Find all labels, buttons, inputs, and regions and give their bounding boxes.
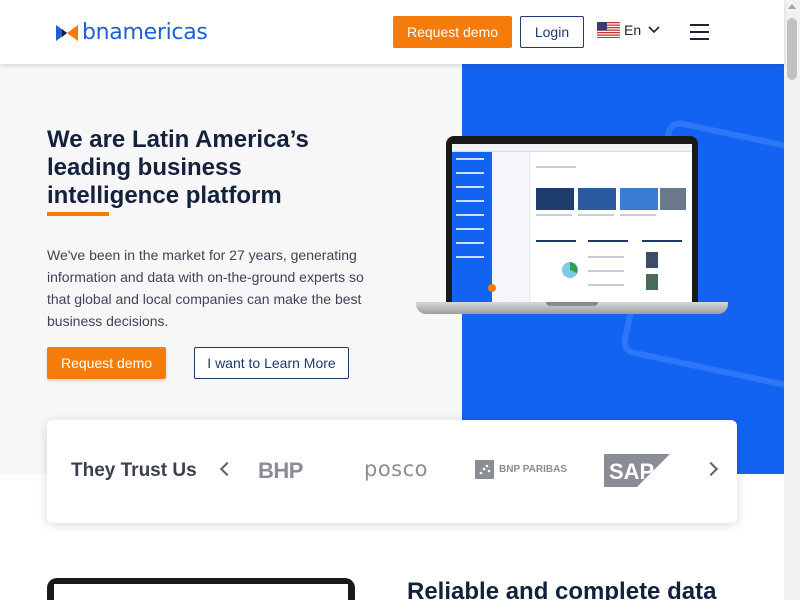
bnamericas-logo[interactable]: bnamericas bbox=[56, 20, 208, 45]
bnp-star-icon bbox=[475, 460, 494, 479]
learn-more-button[interactable]: I want to Learn More bbox=[194, 347, 349, 379]
us-flag-icon bbox=[597, 22, 620, 38]
top-header: bnamericas Request demo Login En bbox=[0, 0, 784, 64]
brand-logo-posco: posco bbox=[364, 457, 429, 481]
carousel-next-icon[interactable] bbox=[703, 461, 719, 477]
brand-logo-bhp: BHP bbox=[258, 458, 303, 483]
logo-mark-icon bbox=[56, 24, 78, 41]
hero-description: We've been in the market for 27 years, g… bbox=[47, 247, 364, 329]
login-button[interactable]: Login bbox=[520, 16, 584, 48]
trust-title: They Trust Us bbox=[71, 460, 197, 481]
laptop-mockup-image bbox=[416, 136, 728, 318]
page-scrollbar[interactable] bbox=[784, 0, 800, 600]
language-label: En bbox=[624, 22, 642, 38]
brand-logo-sap: SAP bbox=[604, 454, 670, 487]
hero-request-demo-button[interactable]: Request demo bbox=[47, 347, 166, 379]
language-selector[interactable]: En bbox=[597, 22, 661, 38]
logo-text: bnamericas bbox=[82, 20, 208, 45]
carousel-prev-icon[interactable] bbox=[219, 461, 235, 477]
chevron-down-icon bbox=[648, 26, 660, 34]
laptop-screen bbox=[446, 136, 698, 304]
app-screenshot bbox=[452, 144, 692, 302]
brand-logo-bnp-paribas: BNP PARIBAS bbox=[475, 460, 567, 479]
trust-carousel: They Trust Us BHP posco BNP PARIBAS SAP bbox=[47, 420, 737, 523]
scroll-thumb[interactable] bbox=[787, 18, 797, 80]
section-title: Reliable and complete data bbox=[407, 578, 717, 600]
hero-title: We are Latin America’s leading business … bbox=[47, 126, 309, 209]
second-laptop-mockup bbox=[47, 578, 355, 600]
request-demo-button[interactable]: Request demo bbox=[393, 16, 512, 48]
title-underline bbox=[47, 212, 109, 216]
menu-icon[interactable] bbox=[690, 24, 709, 40]
svg-text:SAP: SAP bbox=[609, 459, 654, 484]
scroll-up-icon[interactable] bbox=[788, 4, 796, 9]
